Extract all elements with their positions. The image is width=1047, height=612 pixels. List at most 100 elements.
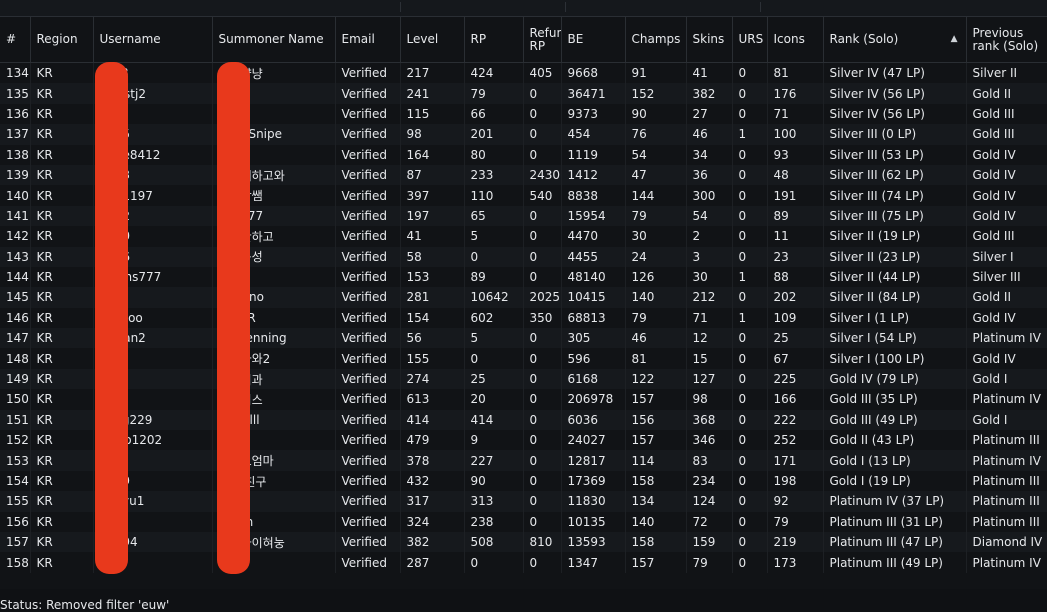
cell-champs: 158 bbox=[625, 531, 687, 553]
column-header-skins[interactable]: Skins bbox=[686, 17, 733, 63]
cell-region: KR bbox=[30, 531, 94, 553]
cell-level: 98 bbox=[400, 124, 465, 145]
cell-be: 48140 bbox=[561, 266, 626, 288]
table-row[interactable]: 137KR3065e on SnipeVerified9820104547646… bbox=[0, 124, 1047, 145]
table-row[interactable]: 158KR203구Verified287001347157790173Plati… bbox=[0, 552, 1047, 573]
cell-champs: 157 bbox=[625, 552, 687, 573]
cell-previous-rank-solo: Gold IV bbox=[966, 144, 1047, 165]
cell-skins: 36 bbox=[686, 164, 733, 186]
table-row[interactable]: 141KR0202ka7777Verified19765015954795408… bbox=[0, 205, 1047, 227]
cell-index: 148 bbox=[0, 348, 31, 369]
cell-index: 140 bbox=[0, 185, 31, 206]
table-row[interactable]: 152KRgwoo1202동우Verified47990240271573460… bbox=[0, 430, 1047, 451]
cell-email: Verified bbox=[335, 552, 401, 573]
table-row[interactable]: 153KR767렌해요엄마Verified3782270128171148301… bbox=[0, 450, 1047, 471]
cell-urs: 0 bbox=[732, 144, 768, 165]
cell-rank-solo: Gold II (43 LP) bbox=[823, 430, 967, 451]
column-header-rank-solo-[interactable]: Rank (Solo) ▲ bbox=[823, 17, 967, 63]
cell-rank-solo: Platinum III (49 LP) bbox=[823, 552, 967, 573]
column-header-region[interactable]: Region bbox=[30, 17, 94, 63]
table-row[interactable]: 142KR3600명자란하고Verified41504470302011Silv… bbox=[0, 226, 1047, 247]
table-row[interactable]: 150KR143한서비스Verified61320020697815798016… bbox=[0, 389, 1047, 410]
cell-email: Verified bbox=[335, 307, 401, 329]
cell-previous-rank-solo: Gold IV bbox=[966, 164, 1047, 186]
cell-rp: 10642 bbox=[464, 287, 524, 308]
cell-level: 87 bbox=[400, 164, 465, 186]
table-row[interactable]: 145KRr112noBonoVerified28110642202510415… bbox=[0, 287, 1047, 308]
table-row[interactable]: 156KR16ZiZonVerified32423801013514072079… bbox=[0, 511, 1047, 532]
cell-rank-solo: Gold III (49 LP) bbox=[823, 409, 967, 431]
table-row[interactable]: 155KRounyu1찬성Verified3173130118301341240… bbox=[0, 491, 1047, 512]
cell-champs: 24 bbox=[625, 246, 687, 267]
cell-previous-rank-solo: Gold IV bbox=[966, 348, 1047, 369]
cell-refund-rp: 810 bbox=[523, 531, 562, 553]
cell-level: 378 bbox=[400, 450, 465, 471]
table-row[interactable]: 136KRogi기Verified11566093739027071Silver… bbox=[0, 103, 1047, 125]
cell-skins: 300 bbox=[686, 185, 733, 206]
cell-rp: 0 bbox=[464, 246, 524, 267]
table-row[interactable]: 146KRseohooMOHRVerified15460235068813797… bbox=[0, 307, 1047, 329]
column-header-index[interactable]: # bbox=[0, 17, 31, 63]
table-row[interactable]: 138KRssive8412탈Verified16480011195434093… bbox=[0, 144, 1047, 165]
cell-be: 10415 bbox=[561, 287, 626, 308]
cell-refund-rp: 405 bbox=[523, 62, 562, 84]
cell-email: Verified bbox=[335, 328, 401, 349]
table-row[interactable]: 134KRbs13찌개냥냥Verified2174244059668914108… bbox=[0, 62, 1047, 84]
table-body: 134KRbs13찌개냥냥Verified2174244059668914108… bbox=[0, 62, 1047, 573]
column-header-previous-rank-solo-[interactable]: Previous rank (Solo) bbox=[966, 17, 1047, 63]
cell-urs: 0 bbox=[732, 287, 768, 308]
cell-skins: 72 bbox=[686, 511, 733, 532]
column-header-rp[interactable]: RP bbox=[464, 17, 524, 63]
column-header-email[interactable]: Email bbox=[335, 17, 401, 63]
column-header-summoner-name[interactable]: Summoner Name bbox=[212, 17, 336, 63]
cell-icons: 67 bbox=[767, 348, 824, 369]
cell-rp: 110 bbox=[464, 185, 524, 206]
cell-refund-rp: 0 bbox=[523, 124, 562, 145]
cell-rp: 414 bbox=[464, 409, 524, 431]
cell-region: KR bbox=[30, 491, 94, 512]
column-header-icons[interactable]: Icons bbox=[767, 17, 824, 63]
cell-be: 8838 bbox=[561, 185, 626, 206]
column-header-urs[interactable]: URS bbox=[732, 17, 768, 63]
cell-be: 206978 bbox=[561, 389, 626, 410]
cell-refund-rp: 0 bbox=[523, 389, 562, 410]
cell-refund-rp: 0 bbox=[523, 470, 562, 492]
table-row[interactable]: 154KRn999나 술친구Verified432900173691582340… bbox=[0, 470, 1047, 492]
cell-email: Verified bbox=[335, 205, 401, 227]
cell-urs: 0 bbox=[732, 164, 768, 186]
cell-email: Verified bbox=[335, 266, 401, 288]
column-header-level[interactable]: Level bbox=[400, 17, 465, 63]
table-row[interactable]: 151KReong229lllIIIIIllllVerified41441406… bbox=[0, 409, 1047, 431]
cell-email: Verified bbox=[335, 103, 401, 125]
cell-refund-rp: 0 bbox=[523, 491, 562, 512]
table-row[interactable]: 148KR964마뚱나와2Verified155005968115067Silv… bbox=[0, 348, 1047, 369]
cell-region: KR bbox=[30, 368, 94, 390]
cell-icons: 109 bbox=[767, 307, 824, 329]
cell-refund-rp: 0 bbox=[523, 83, 562, 104]
cell-be: 15954 bbox=[561, 205, 626, 227]
table-row[interactable]: 149KR318화설비과Verified27425061681221270225… bbox=[0, 368, 1047, 390]
cell-urs: 0 bbox=[732, 185, 768, 206]
table-row[interactable]: 143KR9916부캐육성Verified58004455243023Silve… bbox=[0, 246, 1047, 267]
table-row[interactable]: 140KRung1197전개빡쌤Verified3971105408838144… bbox=[0, 185, 1047, 206]
table-row[interactable]: 157KR65994한사나이혀눙Verified3825088101359315… bbox=[0, 531, 1047, 553]
cell-previous-rank-solo: Platinum III bbox=[966, 511, 1047, 532]
cell-refund-rp: 0 bbox=[523, 368, 562, 390]
cell-previous-rank-solo: Gold IV bbox=[966, 205, 1047, 227]
column-header-username[interactable]: Username bbox=[93, 17, 213, 63]
cell-skins: 54 bbox=[686, 205, 733, 227]
column-header-be[interactable]: BE bbox=[561, 17, 626, 63]
column-header-refund-rp[interactable]: Refund RP bbox=[523, 17, 562, 63]
column-header-champs[interactable]: Champs bbox=[625, 17, 687, 63]
cell-champs: 126 bbox=[625, 266, 687, 288]
table-row[interactable]: 144KRndwns777BjVerified15389048140126301… bbox=[0, 266, 1047, 288]
cell-skins: 83 bbox=[686, 450, 733, 471]
cell-rp: 25 bbox=[464, 368, 524, 390]
table-row[interactable]: 139KR1003예쁘게하고와Verified87233243014124736… bbox=[0, 164, 1047, 186]
cell-champs: 91 bbox=[625, 62, 687, 84]
cell-urs: 0 bbox=[732, 430, 768, 451]
table-row[interactable]: 147KRryman2o ZhenningVerified56503054612… bbox=[0, 328, 1047, 349]
cell-region: KR bbox=[30, 103, 94, 125]
table-row[interactable]: 135KRusalstj2꽃Verified241790364711523820… bbox=[0, 83, 1047, 104]
cell-champs: 79 bbox=[625, 307, 687, 329]
